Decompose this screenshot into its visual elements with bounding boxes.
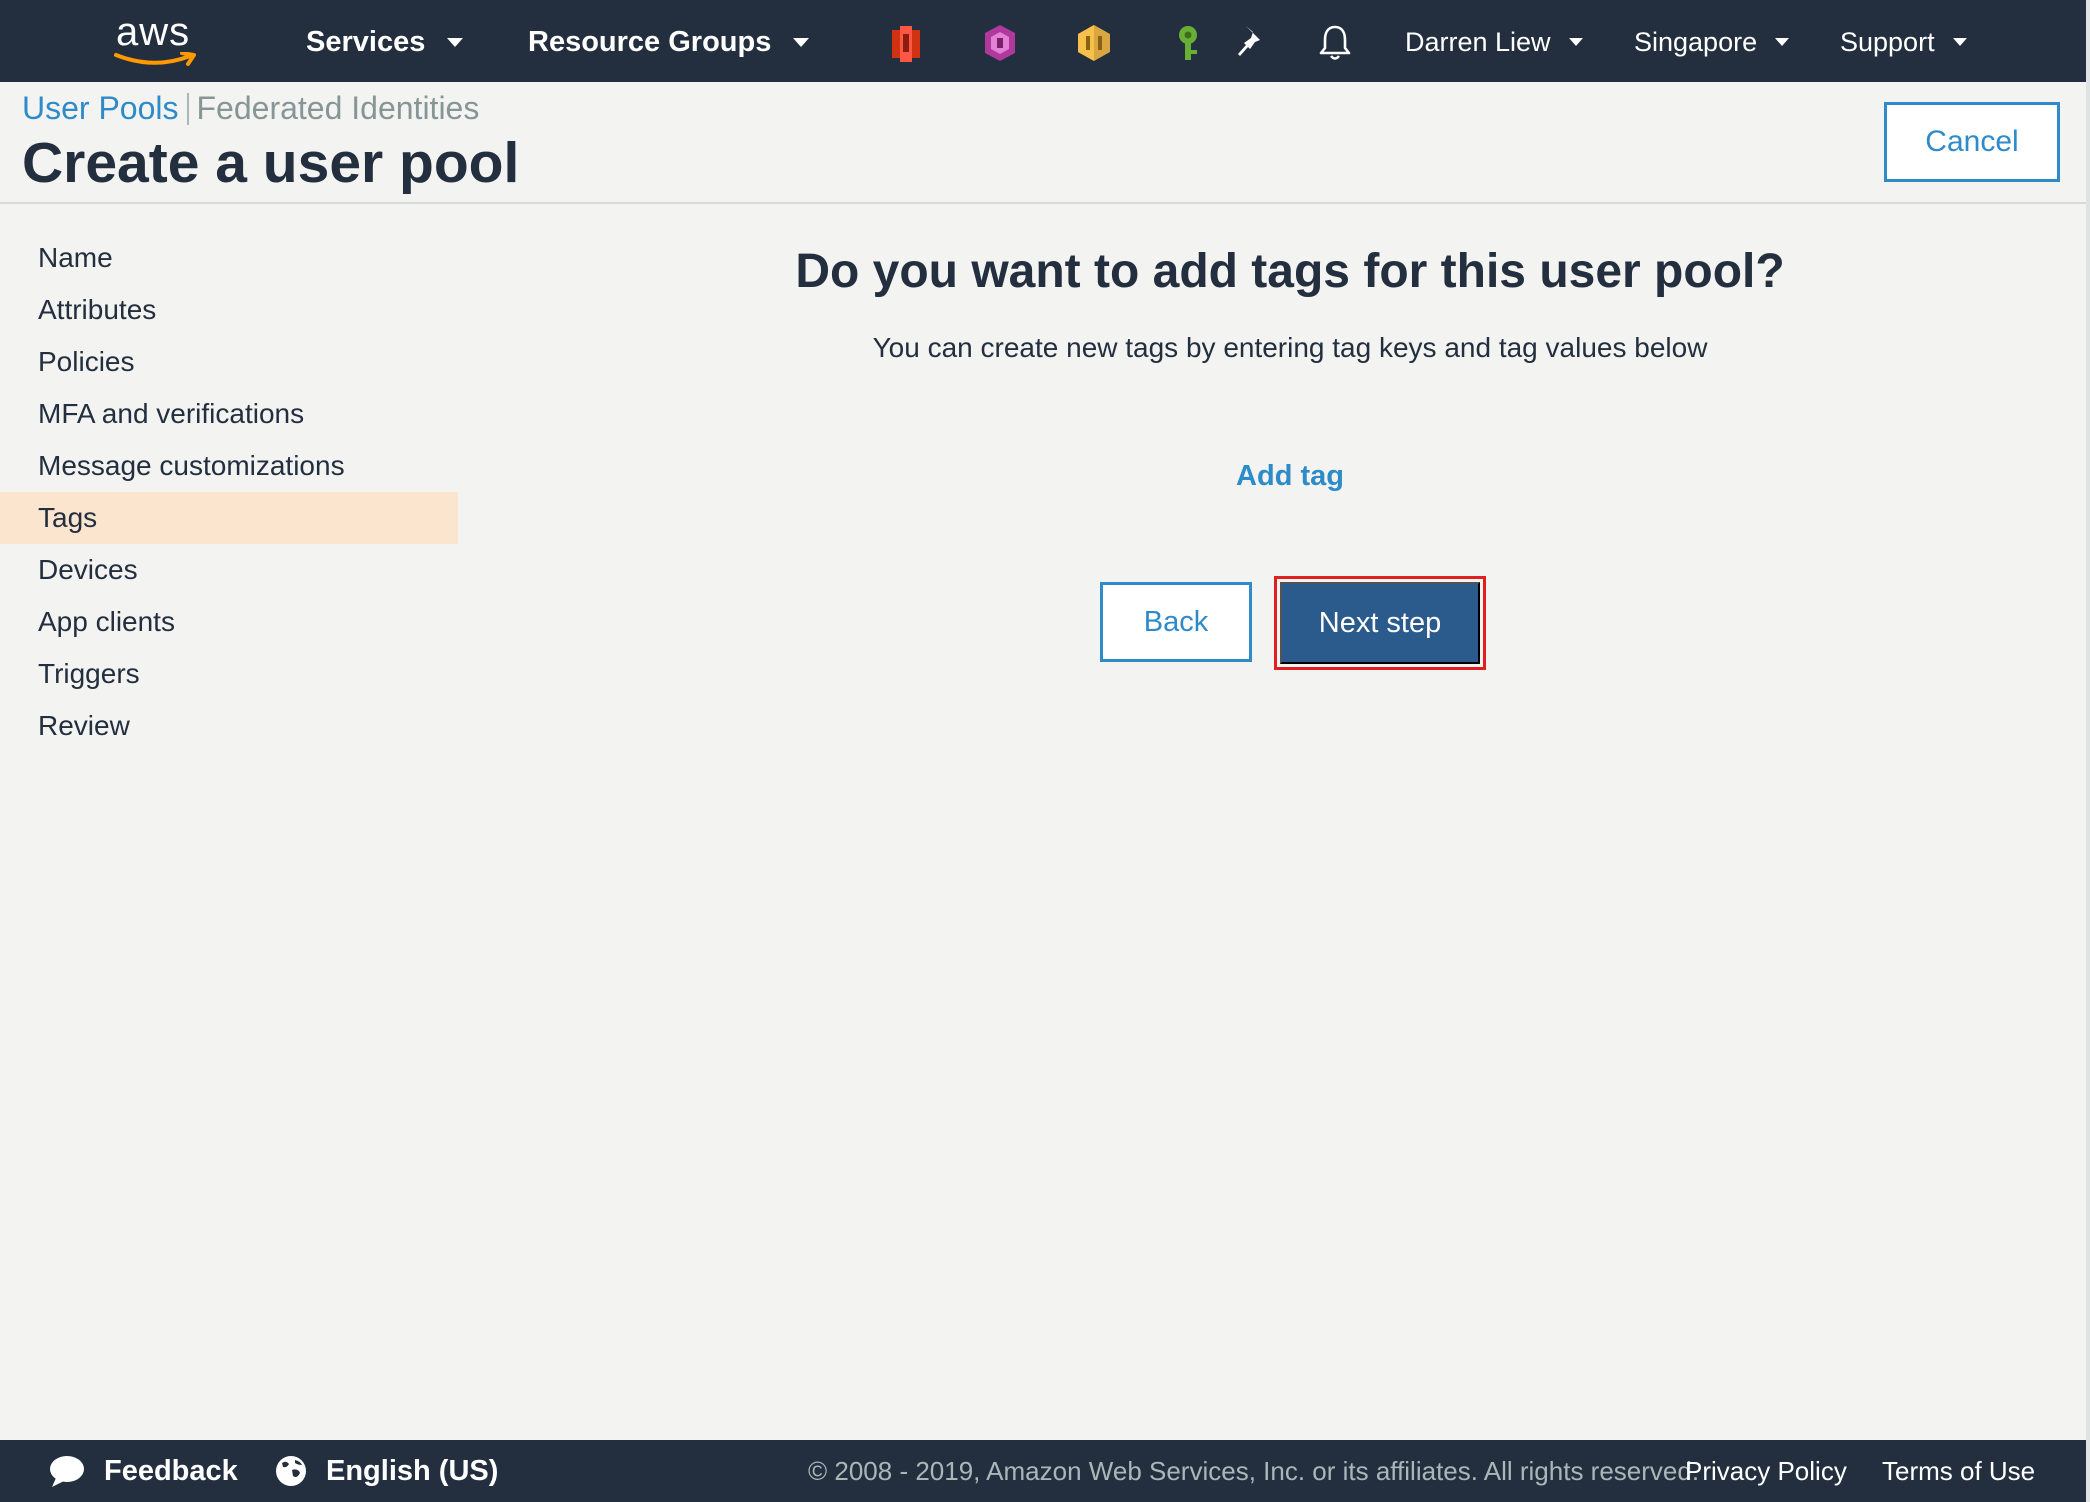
- breadcrumb-federated-identities-link[interactable]: Federated Identities: [197, 90, 480, 127]
- sidebar-item-review[interactable]: Review: [0, 700, 458, 752]
- account-menu[interactable]: Darren Liew: [1405, 22, 1583, 62]
- step-description: You can create new tags by entering tag …: [872, 332, 1708, 363]
- services-menu[interactable]: Services: [306, 22, 464, 62]
- copyright-text: © 2008 - 2019, Amazon Web Services, Inc.…: [808, 1455, 1700, 1486]
- sidebar-item-policies[interactable]: Policies: [0, 336, 458, 388]
- next-step-button[interactable]: Next step: [1280, 582, 1480, 664]
- step-question-heading: Do you want to add tags for this user po…: [795, 245, 1785, 298]
- sidebar-item-app-clients[interactable]: App clients: [0, 596, 458, 648]
- aws-logo-text: aws: [116, 10, 191, 54]
- add-tag-link[interactable]: Add tag: [1230, 460, 1350, 493]
- back-button[interactable]: Back: [1100, 582, 1252, 662]
- cancel-button[interactable]: Cancel: [1884, 102, 2060, 182]
- sidebar-item-message-customizations[interactable]: Message customizations: [0, 440, 458, 492]
- breadcrumb: User Pools Federated Identities: [22, 90, 479, 127]
- service-shortcut-4-icon[interactable]: [1169, 22, 1207, 64]
- sidebar-item-devices[interactable]: Devices: [0, 544, 458, 596]
- globe-icon: [276, 1456, 306, 1486]
- service-shortcut-1-icon[interactable]: [887, 22, 925, 64]
- aws-smile-icon: [114, 52, 196, 66]
- region-menu[interactable]: Singapore: [1634, 22, 1790, 62]
- top-navigation-bar: aws Services Resource Groups Darren Liew…: [0, 0, 2090, 82]
- service-shortcut-2-icon[interactable]: [981, 22, 1019, 64]
- wizard-steps-sidebar: Name Attributes Policies MFA and verific…: [0, 232, 458, 752]
- sidebar-item-triggers[interactable]: Triggers: [0, 648, 458, 700]
- resource-groups-menu[interactable]: Resource Groups: [528, 22, 810, 62]
- chevron-down-icon: [793, 37, 810, 47]
- terms-of-use-link[interactable]: Terms of Use: [1882, 1440, 2035, 1502]
- support-menu[interactable]: Support: [1840, 22, 1967, 62]
- sidebar-item-name[interactable]: Name: [0, 232, 458, 284]
- page-title: Create a user pool: [22, 131, 520, 195]
- page-header: User Pools Federated Identities Create a…: [0, 82, 2090, 204]
- speech-bubble-icon: [50, 1456, 84, 1487]
- feedback-link[interactable]: Feedback: [48, 1440, 238, 1502]
- pin-icon[interactable]: [1232, 22, 1266, 64]
- chevron-down-icon: [447, 37, 464, 47]
- breadcrumb-user-pools-link[interactable]: User Pools: [22, 90, 179, 127]
- next-step-highlight: Next step: [1274, 576, 1486, 670]
- bell-icon[interactable]: [1316, 22, 1354, 64]
- window-edge: [2086, 0, 2090, 1502]
- chevron-down-icon: [1775, 38, 1790, 46]
- chevron-down-icon: [1568, 38, 1583, 46]
- privacy-policy-link[interactable]: Privacy Policy: [1685, 1440, 1847, 1502]
- sidebar-item-tags[interactable]: Tags: [0, 492, 458, 544]
- sidebar-item-mfa-and-verifications[interactable]: MFA and verifications: [0, 388, 458, 440]
- sidebar-item-attributes[interactable]: Attributes: [0, 284, 458, 336]
- breadcrumb-divider: [186, 92, 189, 125]
- chevron-down-icon: [1952, 38, 1967, 46]
- aws-logo[interactable]: aws: [112, 10, 202, 70]
- language-selector[interactable]: English (US): [274, 1440, 498, 1502]
- service-shortcut-3-icon[interactable]: [1075, 22, 1113, 64]
- footer-bar: Feedback English (US) © 2008 - 2019, Ama…: [0, 1440, 2090, 1502]
